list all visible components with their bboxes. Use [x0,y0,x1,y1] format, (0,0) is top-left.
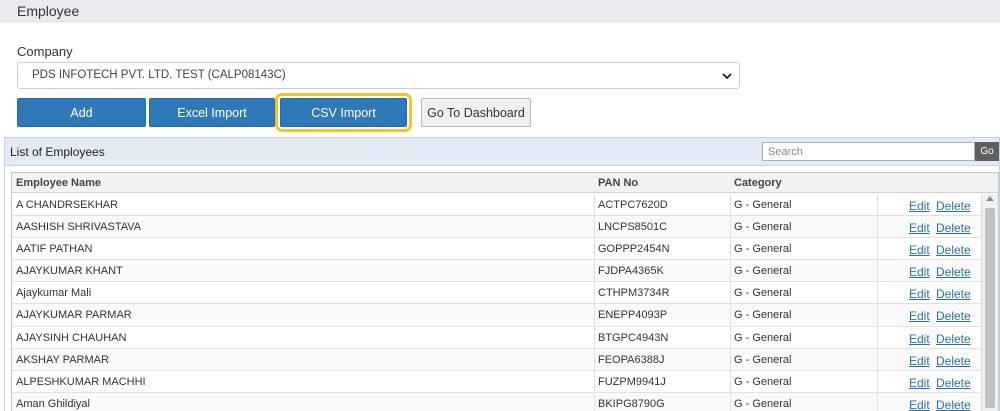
employee-name-cell: AJAYKUMAR KHANT [16,265,123,278]
scroll-thumb[interactable] [985,208,995,408]
category-cell: G - General [734,309,792,322]
employee-name-cell: AASHISH SHRIVASTAVA [16,221,142,234]
employee-name-cell: AJAYKUMAR PARMAR [16,309,132,322]
column-header-pan-no[interactable]: PAN No [598,177,638,189]
category-cell: G - General [734,397,792,410]
employee-name-cell: AATIF PATHAN [16,243,93,256]
delete-link[interactable]: Delete [936,221,971,235]
category-cell: G - General [734,221,792,234]
csv-import-highlight [275,93,412,132]
edit-link[interactable]: Edit [909,243,930,257]
pan-cell: FJDPA4365K [598,265,664,278]
edit-link[interactable]: Edit [909,376,930,390]
excel-import-button[interactable]: Excel Import [149,98,275,127]
edit-link[interactable]: Edit [909,221,930,235]
table-row: AJAYKUMAR PARMAR ENEPP4093P G - General … [12,304,982,327]
category-cell: G - General [734,375,792,388]
edit-link[interactable]: Edit [909,332,930,346]
page-title: Employee [17,3,80,19]
panel-title: List of Employees [10,145,105,159]
edit-link[interactable]: Edit [909,265,930,279]
chevron-down-icon [722,73,732,80]
table-row: A CHANDRSEKHAR ACTPC7620D G - General Ed… [12,194,982,217]
employee-name-cell: ALPESHKUMAR MACHHI [16,375,146,388]
table-scrollbar[interactable] [981,194,998,411]
table-row: Ajaykumar Mali CTHPM3734R G - General Ed… [12,282,982,305]
delete-link[interactable]: Delete [936,199,971,213]
pan-cell: BTGPC4943N [598,331,669,344]
employee-name-cell: A CHANDRSEKHAR [16,199,119,211]
delete-link[interactable]: Delete [936,265,971,279]
delete-link[interactable]: Delete [936,332,971,346]
add-button[interactable]: Add [17,98,146,127]
employee-name-cell: Ajaykumar Mali [16,287,92,300]
panel-header: List of Employees Go [5,138,999,166]
delete-link[interactable]: Delete [936,354,971,368]
delete-link[interactable]: Delete [936,376,971,390]
table-row: AJAYKUMAR KHANT FJDPA4365K G - General E… [12,260,982,283]
category-cell: G - General [734,287,792,300]
employee-name-cell: AJAYSINH CHAUHAN [16,331,127,344]
employee-table: Employee Name PAN No Category A CHANDRSE… [11,172,999,411]
delete-link[interactable]: Delete [936,398,971,411]
edit-link[interactable]: Edit [909,309,930,323]
pan-cell: LNCPS8501C [598,221,668,234]
delete-link[interactable]: Delete [936,287,971,301]
table-header: Employee Name PAN No Category [12,173,998,193]
employee-name-cell: Aman Ghildiyal [16,397,90,410]
pan-cell: CTHPM3734R [598,287,670,300]
column-header-category[interactable]: Category [734,177,782,189]
category-cell: G - General [734,199,792,211]
delete-link[interactable]: Delete [936,243,971,257]
company-label: Company [17,44,73,59]
pan-cell: FEOPA6388J [598,353,665,366]
pan-cell: GOPPP2454N [598,243,670,256]
top-bar: Employee [0,0,1000,22]
table-row: ALPESHKUMAR MACHHI FUZPM9941J G - Genera… [12,370,982,393]
employee-name-cell: AKSHAY PARMAR [16,353,109,366]
search-input[interactable] [762,142,975,161]
employee-list-panel: List of Employees Go Employee Name PAN N… [4,137,1000,411]
table-row: Aman Ghildiyal BKIPG8790G G - General Ed… [12,392,982,411]
table-row: AJAYSINH CHAUHAN BTGPC4943N G - General … [12,326,982,349]
scroll-up-arrow-icon[interactable] [986,196,994,201]
table-row: AATIF PATHAN GOPPP2454N G - General Edit… [12,238,982,261]
go-to-dashboard-button[interactable]: Go To Dashboard [421,98,531,127]
company-select-value: PDS INFOTECH PVT. LTD. TEST (CALP08143C) [32,69,286,81]
table-body: A CHANDRSEKHAR ACTPC7620D G - General Ed… [12,194,982,411]
edit-link[interactable]: Edit [909,287,930,301]
pan-cell: BKIPG8790G [598,397,665,410]
pan-cell: ENEPP4093P [598,309,668,322]
pan-cell: ACTPC7620D [598,199,668,211]
table-row: AASHISH SHRIVASTAVA LNCPS8501C G - Gener… [12,216,982,239]
edit-link[interactable]: Edit [909,398,930,411]
category-cell: G - General [734,243,792,256]
company-select[interactable]: PDS INFOTECH PVT. LTD. TEST (CALP08143C) [17,62,740,89]
table-row: AKSHAY PARMAR FEOPA6388J G - General Edi… [12,348,982,371]
edit-link[interactable]: Edit [909,354,930,368]
edit-link[interactable]: Edit [909,199,930,213]
delete-link[interactable]: Delete [936,309,971,323]
column-header-employee-name[interactable]: Employee Name [16,177,101,189]
search-go-button[interactable]: Go [975,142,999,161]
pan-cell: FUZPM9941J [598,375,666,388]
category-cell: G - General [734,331,792,344]
category-cell: G - General [734,353,792,366]
category-cell: G - General [734,265,792,278]
